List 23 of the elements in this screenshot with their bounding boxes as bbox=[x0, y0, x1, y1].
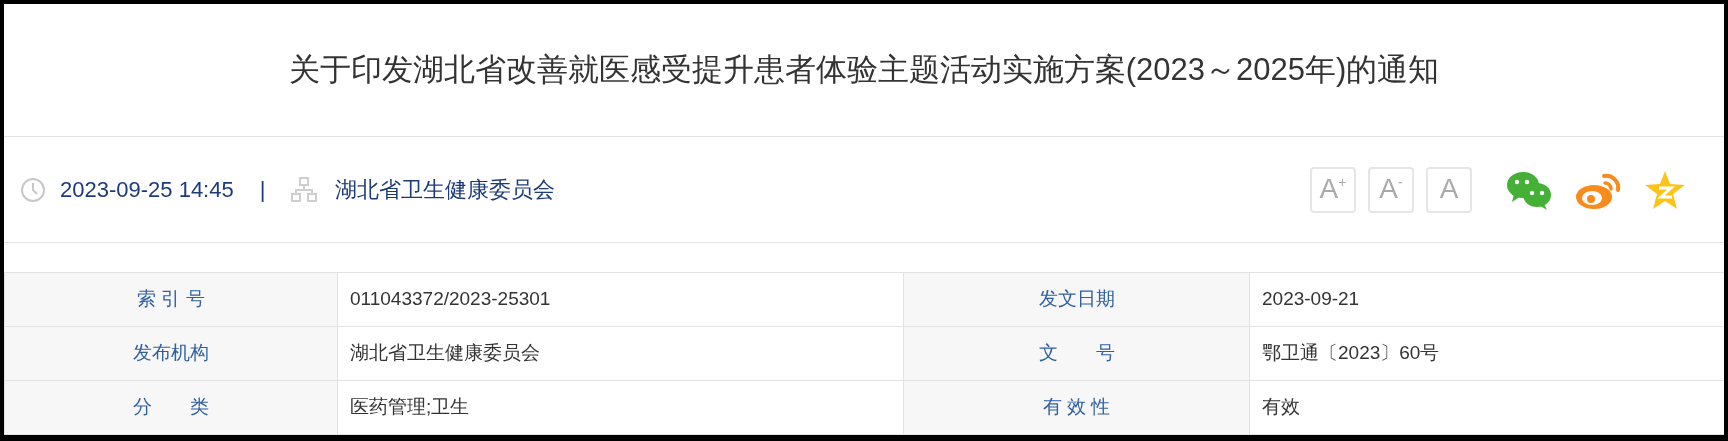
field-value: 有效 bbox=[1261, 395, 1301, 420]
field-value: 鄂卫通〔2023〕60号 bbox=[1261, 341, 1441, 366]
field-label: 分 类 bbox=[4, 381, 338, 434]
clock-icon bbox=[20, 176, 46, 203]
separator: | bbox=[259, 176, 266, 204]
font-size-button[interactable]: A- bbox=[1368, 166, 1414, 213]
field-value: 011043372/2023-25301 bbox=[349, 287, 552, 312]
star-icon[interactable] bbox=[1644, 169, 1686, 210]
field-value: 医药管理;卫生 bbox=[349, 395, 471, 420]
font-size-button[interactable]: A bbox=[1426, 166, 1472, 213]
field-value: 湖北省卫生健康委员会 bbox=[349, 341, 541, 366]
field-label: 有 效 性 bbox=[903, 381, 1250, 434]
publish-datetime: 2023-09-25 14:45 bbox=[60, 176, 234, 204]
wechat-icon[interactable] bbox=[1506, 169, 1552, 210]
org-chart-icon bbox=[291, 176, 318, 203]
field-label: 发布机构 bbox=[4, 327, 338, 380]
page-title: 关于印发湖北省改善就医感受提升患者体验主题活动实施方案(2023～2025年)的通知 bbox=[288, 50, 1440, 89]
font-size-button[interactable]: A+ bbox=[1310, 166, 1356, 213]
field-value: 2023-09-21 bbox=[1261, 287, 1361, 312]
field-label: 索 引 号 bbox=[4, 273, 338, 326]
publisher-name: 湖北省卫生健康委员会 bbox=[335, 176, 556, 204]
field-label: 文 号 bbox=[903, 327, 1250, 380]
field-label: 发文日期 bbox=[903, 273, 1250, 326]
